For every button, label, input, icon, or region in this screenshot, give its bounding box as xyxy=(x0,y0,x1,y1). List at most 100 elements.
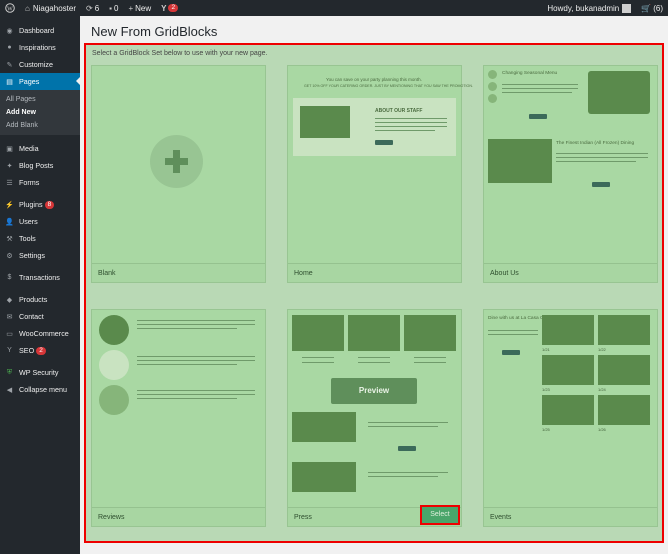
card-thumbnail: You can save on your party planning this… xyxy=(288,66,473,264)
about-dining-image xyxy=(488,139,552,183)
collapse-icon: ◀ xyxy=(6,386,13,394)
site-name-link[interactable]: ⌂ Niagahoster xyxy=(20,0,81,16)
sidebar-item-label: SEO xyxy=(19,346,35,355)
avatar xyxy=(622,3,632,13)
home-tagline: You can save on your party planning this… xyxy=(326,77,422,82)
card-thumbnail: Dine with us at La Casa Colorado 1/21 1/… xyxy=(484,310,657,508)
gridblock-card-events[interactable]: Dine with us at La Casa Colorado 1/21 1/… xyxy=(483,309,658,527)
forms-icon: ☰ xyxy=(6,179,13,187)
svg-text:W: W xyxy=(7,6,13,12)
shield-icon: ⛨ xyxy=(6,368,13,376)
sidebar-item-label: Media xyxy=(19,144,39,153)
comments-link[interactable]: ▪ 0 xyxy=(104,0,123,16)
card-label: Events xyxy=(484,507,657,526)
seo-icon: Y xyxy=(7,347,12,354)
user-icon: 👤 xyxy=(5,218,14,226)
gridblock-card-press[interactable]: Preview Press Select xyxy=(287,309,462,527)
sidebar-item-inspirations[interactable]: ● Inspirations xyxy=(0,39,80,56)
cart-link[interactable]: 🛒 (6) xyxy=(636,0,668,16)
event-caption: 1/23 xyxy=(542,387,550,392)
sidebar-item-label: Inspirations xyxy=(19,43,56,52)
pin-icon: ✦ xyxy=(6,162,13,170)
event-caption: 1/21 xyxy=(542,347,550,352)
wordpress-logo-icon[interactable]: W xyxy=(0,0,20,16)
sidebar-item-customize[interactable]: ✎ Customize xyxy=(0,56,80,73)
gridblock-card-blank[interactable]: Blank xyxy=(91,65,266,283)
event-caption: 1/26 xyxy=(598,427,606,432)
home-heading: ABOUT OUR STAFF xyxy=(375,108,423,114)
products-icon: ◆ xyxy=(6,296,13,304)
home-sub: GET 10% OFF YOUR CATERING ORDER. JUST BY… xyxy=(304,84,473,88)
settings-icon: ⚙ xyxy=(6,252,13,260)
mail-icon: ✉ xyxy=(6,313,13,321)
sidebar-item-wp-security[interactable]: ⛨ WP Security xyxy=(0,364,80,381)
yoast-notifications-link[interactable]: Y 2 xyxy=(156,0,183,16)
yoast-icon: Y xyxy=(161,3,167,13)
sidebar-item-woocommerce[interactable]: ▭ WooCommerce xyxy=(0,325,80,342)
plus-icon xyxy=(150,135,203,188)
preview-button[interactable]: Preview xyxy=(331,378,417,404)
sidebar-item-dashboard[interactable]: ◉ Dashboard xyxy=(0,22,80,39)
sidebar-item-blog-posts[interactable]: ✦ Blog Posts xyxy=(0,157,80,174)
sidebar-item-label: Forms xyxy=(19,178,40,187)
submenu-add-new[interactable]: Add New xyxy=(0,106,80,119)
sidebar-item-label: Collapse menu xyxy=(19,385,67,394)
sidebar-item-pages[interactable]: ▤ Pages xyxy=(0,73,80,90)
event-caption: 1/22 xyxy=(598,347,606,352)
page-title: New From GridBlocks xyxy=(91,24,218,39)
card-thumbnail: Changing Seasonal Menu The Finest Indian… xyxy=(484,66,657,264)
account-menu[interactable]: Howdy, bukanadmin xyxy=(542,0,636,16)
pages-icon: ▤ xyxy=(6,78,13,86)
sidebar-item-plugins[interactable]: ⚡ Plugins 8 xyxy=(0,196,80,213)
site-name: Niagahoster xyxy=(32,3,76,13)
home-staff-image xyxy=(300,106,350,138)
sidebar-item-users[interactable]: 👤 Users xyxy=(0,213,80,230)
card-thumbnail: Preview xyxy=(288,310,461,508)
about-heading-1: Changing Seasonal Menu xyxy=(502,71,558,76)
sidebar-item-seo[interactable]: Y SEO 2 xyxy=(0,342,80,359)
plugin-icon: ⚡ xyxy=(5,201,14,209)
submenu-add-blank[interactable]: Add Blank xyxy=(0,119,80,132)
plugins-update-badge: 8 xyxy=(44,200,55,209)
comments-count: 0 xyxy=(113,3,119,13)
submenu-all-pages[interactable]: All Pages xyxy=(0,93,80,106)
about-heading-2: The Finest Indian (All Frozen) Dining xyxy=(556,141,635,146)
cart-count: (6) xyxy=(653,3,663,13)
sidebar-item-products[interactable]: ◆ Products xyxy=(0,291,80,308)
sidebar-item-label: Plugins xyxy=(19,200,43,209)
sidebar-item-contact[interactable]: ✉ Contact xyxy=(0,308,80,325)
notifications-badge: 2 xyxy=(168,4,179,12)
lightbulb-icon: ● xyxy=(7,44,12,51)
about-food-image xyxy=(588,71,650,114)
updates-link[interactable]: ⟳ 6 xyxy=(81,0,104,16)
collapse-menu-button[interactable]: ◀ Collapse menu xyxy=(0,381,80,398)
sidebar-item-label: Settings xyxy=(19,251,45,260)
gridblock-card-home[interactable]: You can save on your party planning this… xyxy=(287,65,473,283)
sidebar-item-settings[interactable]: ⚙ Settings xyxy=(0,247,80,264)
woocommerce-icon: ▭ xyxy=(6,330,13,338)
card-label: About Us xyxy=(484,263,657,282)
sidebar-item-tools[interactable]: ⚒ Tools xyxy=(0,230,80,247)
sidebar-item-label: Pages xyxy=(19,77,40,86)
sidebar-item-label: Blog Posts xyxy=(19,161,54,170)
new-label: New xyxy=(135,3,152,13)
transactions-icon: $ xyxy=(7,274,12,281)
sidebar-item-forms[interactable]: ☰ Forms xyxy=(0,174,80,191)
card-thumbnail xyxy=(92,66,265,264)
gridblock-card-reviews[interactable]: Reviews xyxy=(91,309,266,527)
sidebar-item-label: Tools xyxy=(19,234,36,243)
comment-icon: ▪ xyxy=(109,3,112,13)
sidebar-item-media[interactable]: ▣ Media xyxy=(0,140,80,157)
home-icon: ⌂ xyxy=(25,3,30,13)
new-content-link[interactable]: + New xyxy=(123,0,156,16)
sidebar-item-label: Products xyxy=(19,295,48,304)
updates-icon: ⟳ xyxy=(85,3,93,13)
sidebar-item-label: Contact xyxy=(19,312,44,321)
sidebar-item-label: WooCommerce xyxy=(19,329,69,338)
sidebar-item-transactions[interactable]: $ Transactions xyxy=(0,269,80,286)
select-button[interactable]: Select xyxy=(422,507,458,523)
updates-count: 6 xyxy=(94,3,100,13)
gridblock-card-about-us[interactable]: Changing Seasonal Menu The Finest Indian… xyxy=(483,65,658,283)
sidebar-item-label: Dashboard xyxy=(19,26,55,35)
admin-sidebar: ◉ Dashboard ● Inspirations ✎ Customize ▤ Pag… xyxy=(0,16,80,554)
